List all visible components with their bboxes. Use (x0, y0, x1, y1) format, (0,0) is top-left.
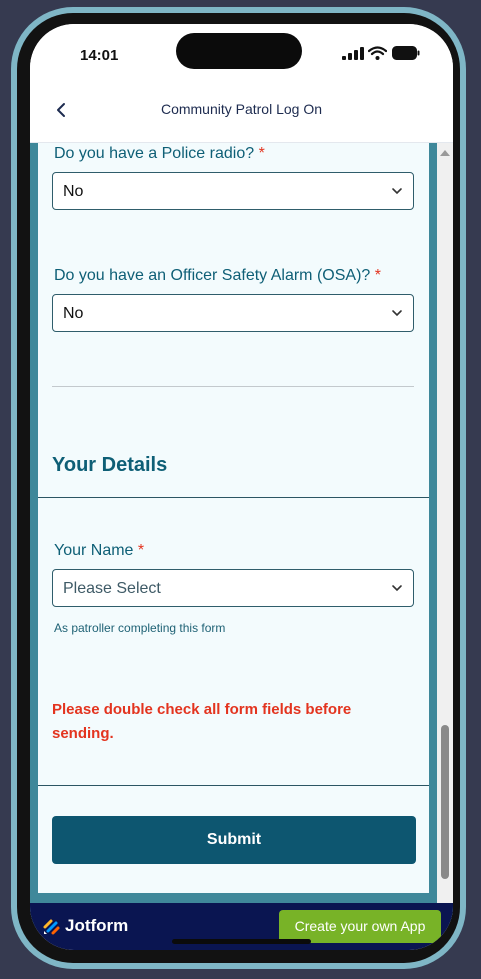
signal-icon (342, 47, 364, 60)
footer-divider (38, 785, 429, 786)
required-asterisk: * (258, 145, 265, 162)
osa-label: Do you have an Officer Safety Alarm (OSA… (54, 267, 381, 284)
brand-name: Jotform (65, 916, 129, 935)
police-radio-value: No (63, 183, 84, 200)
form-card: Do you have a Police radio? * No Do you … (38, 143, 429, 893)
police-radio-select[interactable]: No (52, 172, 414, 210)
status-time: 14:01 (80, 47, 119, 64)
battery-icon (392, 46, 420, 60)
scroll-up-arrow-icon[interactable] (440, 150, 450, 156)
nav-bar: Community Patrol Log On (30, 86, 453, 143)
wifi-icon (368, 46, 387, 60)
jotform-logo-icon (43, 919, 60, 935)
your-name-label: Your Name * (54, 542, 145, 559)
phone-screen: 14:01 Community Patrol Log On Do you hav… (30, 24, 453, 950)
your-name-placeholder: Please Select (63, 580, 161, 597)
police-radio-label: Do you have a Police radio? * (54, 145, 265, 162)
section-heading: Your Details (52, 454, 168, 476)
form-content: Do you have a Police radio? * No Do you … (30, 143, 453, 927)
home-indicator[interactable] (172, 939, 311, 944)
scrollbar-thumb[interactable] (441, 725, 449, 879)
chevron-down-icon (392, 310, 402, 317)
dynamic-island (176, 33, 302, 69)
chevron-down-icon (392, 585, 402, 592)
required-asterisk: * (374, 267, 381, 284)
required-asterisk: * (137, 542, 145, 559)
osa-select[interactable]: No (52, 294, 414, 332)
section-divider (38, 497, 429, 498)
your-name-select[interactable]: Please Select (52, 569, 414, 607)
status-bar: 14:01 (30, 24, 453, 86)
osa-value: No (63, 305, 84, 322)
divider (52, 386, 414, 387)
page-title: Community Patrol Log On (160, 101, 323, 117)
your-name-helper: As patroller completing this form (54, 621, 226, 635)
submit-button[interactable]: Submit (52, 816, 416, 864)
chevron-down-icon (392, 188, 402, 195)
validation-warning: Please double check all form fields befo… (52, 701, 352, 742)
